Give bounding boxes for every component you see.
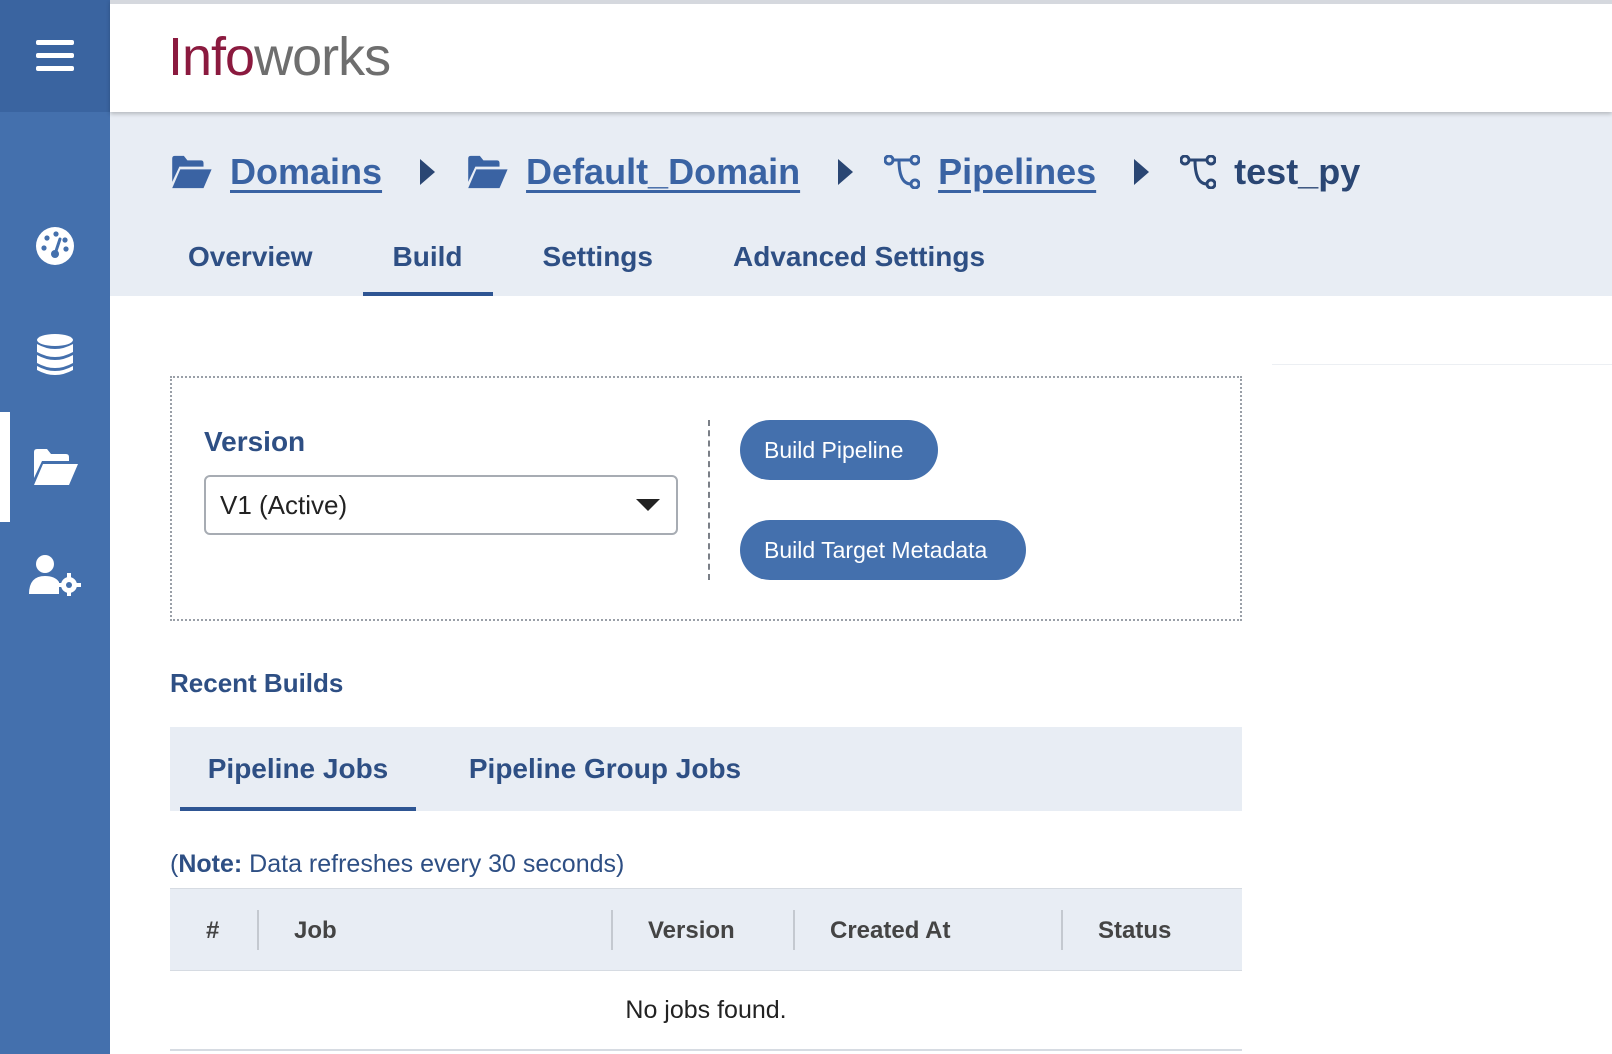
column-header-version[interactable]: Version <box>648 889 735 972</box>
tab-settings[interactable]: Settings <box>513 218 683 296</box>
tab-pipeline-group-jobs[interactable]: Pipeline Group Jobs <box>460 727 750 811</box>
pipeline-icon <box>884 155 921 189</box>
tab-overview[interactable]: Overview <box>158 218 343 296</box>
column-header-number[interactable]: # <box>206 889 219 972</box>
sidebar <box>0 0 110 1054</box>
tab-pipeline-jobs[interactable]: Pipeline Jobs <box>180 727 416 811</box>
column-header-created-at[interactable]: Created At <box>830 889 950 972</box>
sidebar-item-dashboard[interactable] <box>0 191 110 301</box>
sidebar-item-domains[interactable] <box>0 412 110 522</box>
vertical-divider <box>708 420 710 580</box>
recent-builds-title: Recent Builds <box>170 668 344 698</box>
divider <box>1272 364 1612 365</box>
recent-builds-tabs: Pipeline Jobs Pipeline Group Jobs <box>170 727 1242 811</box>
tab-build[interactable]: Build <box>362 218 493 296</box>
top-header: Infoworks <box>110 0 1612 112</box>
tab-advanced-settings[interactable]: Advanced Settings <box>703 218 1015 296</box>
database-icon <box>37 334 73 375</box>
column-header-status[interactable]: Status <box>1098 889 1171 972</box>
jobs-table: # Job Version Created At Status No jobs … <box>170 888 1242 1051</box>
breadcrumb-link-pipelines[interactable]: Pipelines <box>938 151 1096 193</box>
folder-open-icon <box>34 449 78 485</box>
menu-toggle-button[interactable] <box>0 0 110 112</box>
sidebar-item-data-sources[interactable] <box>0 300 110 410</box>
note-text: Data refreshes every 30 seconds) <box>242 850 625 878</box>
column-divider <box>611 910 613 950</box>
column-divider <box>793 910 795 950</box>
breadcrumb-current-pipeline: test_py <box>1234 151 1361 192</box>
breadcrumb-link-default-domain[interactable]: Default_Domain <box>526 151 800 193</box>
build-pipeline-button[interactable]: Build Pipeline <box>740 420 938 480</box>
refresh-note: (Note: Data refreshes every 30 seconds) <box>170 850 624 879</box>
chevron-down-icon <box>636 499 660 511</box>
folder-open-icon <box>466 155 508 189</box>
empty-table-message: No jobs found. <box>170 971 1242 1051</box>
caret-right-icon <box>836 158 854 186</box>
table-header: # Job Version Created At Status <box>170 888 1242 971</box>
sidebar-item-admin[interactable] <box>0 520 110 630</box>
column-divider <box>257 910 259 950</box>
folder-open-icon <box>170 155 212 189</box>
hamburger-menu-icon <box>36 40 74 71</box>
version-select-value: V1 (Active) <box>220 489 348 520</box>
pipeline-icon <box>1180 155 1217 189</box>
build-target-metadata-button[interactable]: Build Target Metadata <box>740 520 1026 580</box>
caret-right-icon <box>418 158 436 186</box>
note-bold: Note: <box>178 850 243 878</box>
breadcrumb-link-domains[interactable]: Domains <box>230 151 382 193</box>
column-divider <box>1061 910 1063 950</box>
caret-right-icon <box>1132 158 1150 186</box>
version-select[interactable]: V1 (Active) <box>204 475 678 535</box>
breadcrumb: Domains Default_Domain Pipelines test_py <box>170 142 1360 202</box>
version-label: Version <box>204 426 306 457</box>
user-settings-icon <box>29 555 81 596</box>
page-tabs: Overview Build Settings Advanced Setting… <box>158 218 1035 296</box>
infoworks-logo[interactable]: Infoworks <box>168 26 391 88</box>
build-panel: Version V1 (Active) Build Pipeline Build… <box>170 376 1242 621</box>
column-header-job[interactable]: Job <box>294 889 337 972</box>
logo-text-info: Info <box>168 27 255 87</box>
logo-text-works: works <box>254 27 391 87</box>
page-header: Domains Default_Domain Pipelines test_py… <box>110 112 1612 296</box>
dashboard-gauge-icon <box>36 227 74 265</box>
